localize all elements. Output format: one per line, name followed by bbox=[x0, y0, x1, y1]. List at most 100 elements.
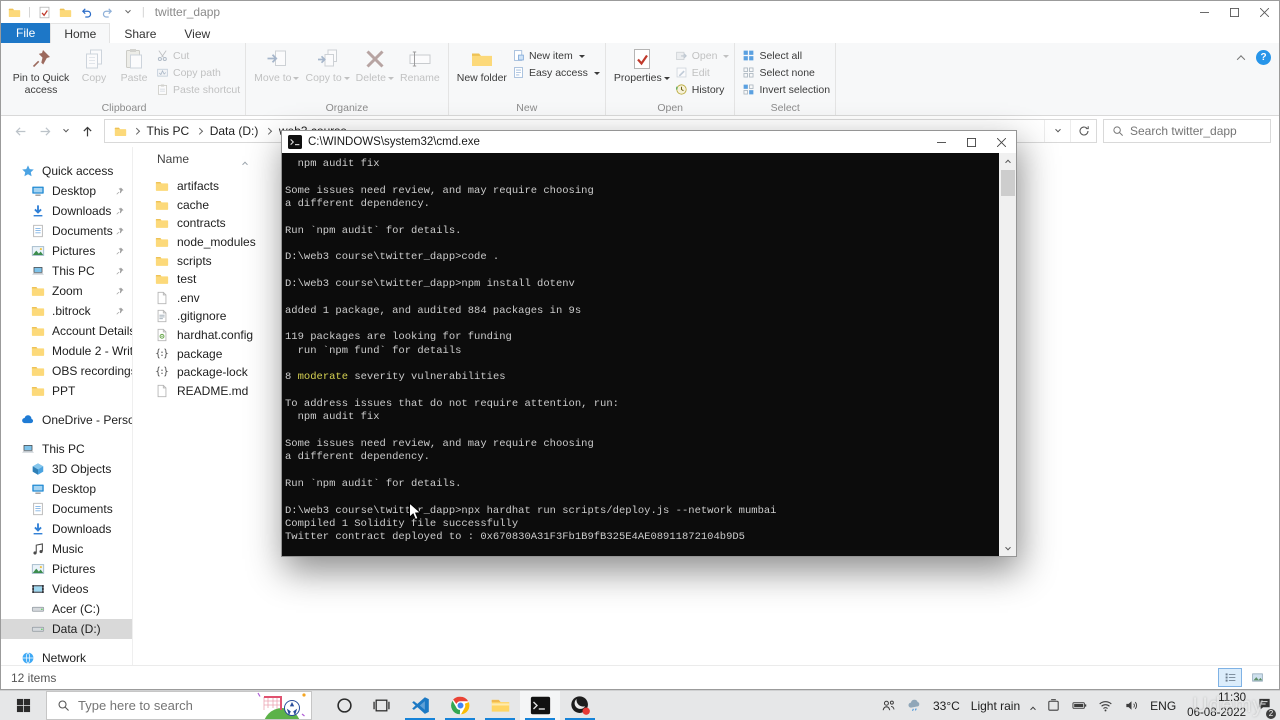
sidebar-item-videos[interactable]: Videos bbox=[1, 579, 132, 599]
breadcrumb-this-pc[interactable]: This PC bbox=[141, 124, 196, 138]
qat-redo-button[interactable] bbox=[100, 5, 115, 20]
invert-selection-button[interactable]: Invert selection bbox=[742, 83, 830, 96]
clock[interactable]: 11:30 06-08-2022 bbox=[1187, 691, 1246, 720]
cmd-minimize-button[interactable] bbox=[926, 131, 956, 153]
sidebar-item-desktop[interactable]: Desktop bbox=[1, 181, 132, 201]
sidebar-item-module-2-writing[interactable]: Module 2 - Writing bbox=[1, 341, 132, 361]
sidebar-item-zoom[interactable]: Zoom bbox=[1, 281, 132, 301]
weather-icon[interactable] bbox=[907, 698, 922, 713]
back-button[interactable] bbox=[9, 120, 31, 142]
scroll-thumb[interactable] bbox=[1000, 170, 1015, 196]
search-input[interactable] bbox=[1130, 124, 1250, 138]
copy-to-button[interactable]: Copy to bbox=[302, 45, 352, 87]
sidebar-item-account-details[interactable]: Account Details bbox=[1, 321, 132, 341]
weather-temp[interactable]: 33°C bbox=[933, 699, 960, 713]
people-icon[interactable] bbox=[881, 698, 896, 713]
easy-access-button[interactable]: Easy access bbox=[512, 66, 600, 79]
sidebar-item-downloads[interactable]: Downloads bbox=[1, 201, 132, 221]
taskbar-app-vscode[interactable] bbox=[400, 691, 440, 720]
sidebar-item-desktop[interactable]: Desktop bbox=[1, 479, 132, 499]
sidebar-item-downloads[interactable]: Downloads bbox=[1, 519, 132, 539]
history-button[interactable]: History bbox=[675, 83, 730, 96]
weather-condition[interactable]: Light rain bbox=[971, 699, 1020, 713]
tab-home[interactable]: Home bbox=[50, 23, 111, 43]
paste-shortcut-button[interactable]: Paste shortcut bbox=[156, 83, 240, 96]
breadcrumb-data-d[interactable]: Data (D:) bbox=[204, 124, 265, 138]
move-to-button[interactable]: Move to bbox=[251, 45, 302, 87]
taskbar-app-cortana[interactable] bbox=[326, 691, 363, 720]
scroll-down-button[interactable] bbox=[999, 541, 1016, 556]
sidebar-item-this-pc[interactable]: This PC bbox=[1, 439, 132, 459]
qat-properties-button[interactable] bbox=[37, 5, 52, 20]
sidebar-item-bitrock[interactable]: .bitrock bbox=[1, 301, 132, 321]
sidebar-item-network[interactable]: Network bbox=[1, 648, 132, 665]
speaker-icon[interactable] bbox=[1124, 698, 1139, 713]
tab-file[interactable]: File bbox=[1, 23, 51, 43]
qat-folder-button[interactable] bbox=[7, 5, 22, 20]
new-item-button[interactable]: New item bbox=[512, 49, 600, 62]
sidebar-item-this-pc[interactable]: This PC bbox=[1, 261, 132, 281]
copy-path-button[interactable]: Copy path bbox=[156, 66, 240, 79]
qat-new-folder-button[interactable] bbox=[58, 5, 73, 20]
select-all-button[interactable]: Select all bbox=[742, 49, 830, 62]
terminal-scrollbar[interactable] bbox=[999, 153, 1016, 556]
close-button[interactable] bbox=[1249, 1, 1279, 23]
wifi-icon[interactable] bbox=[1098, 698, 1113, 713]
taskbar-app-cmd[interactable] bbox=[520, 691, 560, 720]
sidebar-item-documents[interactable]: Documents bbox=[1, 499, 132, 519]
tablet-mode-icon[interactable] bbox=[1046, 698, 1061, 713]
sidebar-item-onedrive-personal[interactable]: OneDrive - Personal bbox=[1, 410, 132, 430]
taskbar-app-file-explorer[interactable] bbox=[480, 691, 520, 720]
address-dropdown-button[interactable] bbox=[1044, 120, 1070, 142]
taskbar-search[interactable] bbox=[46, 691, 312, 720]
up-button[interactable] bbox=[76, 120, 98, 142]
sidebar-item-3d-objects[interactable]: 3D Objects bbox=[1, 459, 132, 479]
qat-undo-button[interactable] bbox=[79, 5, 94, 20]
battery-icon[interactable] bbox=[1072, 698, 1087, 713]
start-button[interactable] bbox=[0, 691, 46, 720]
copy-button[interactable]: Copy bbox=[74, 45, 114, 87]
taskbar-app-chrome[interactable] bbox=[440, 691, 480, 720]
minimize-button[interactable] bbox=[1189, 1, 1219, 23]
sidebar-item-ppt[interactable]: PPT bbox=[1, 381, 132, 401]
delete-button[interactable]: Delete bbox=[353, 45, 397, 87]
taskbar-app-task-view[interactable] bbox=[363, 691, 400, 720]
edit-button[interactable]: Edit bbox=[675, 66, 730, 79]
pin-to-quick-access-button[interactable]: Pin to Quick access bbox=[8, 45, 74, 99]
sidebar-item-acer-c[interactable]: Acer (C:) bbox=[1, 599, 132, 619]
qat-customize-button[interactable] bbox=[121, 5, 136, 20]
properties-button[interactable]: Properties bbox=[611, 45, 673, 87]
search-box[interactable] bbox=[1103, 119, 1271, 143]
taskbar-app-obs[interactable] bbox=[560, 691, 600, 720]
details-view-button[interactable] bbox=[1218, 668, 1242, 687]
refresh-button[interactable] bbox=[1070, 120, 1096, 142]
sidebar-item-music[interactable]: Music bbox=[1, 539, 132, 559]
scroll-up-button[interactable] bbox=[999, 153, 1016, 168]
sidebar-item-pictures[interactable]: Pictures bbox=[1, 241, 132, 261]
collapse-ribbon-button[interactable] bbox=[1236, 48, 1246, 66]
rename-button[interactable]: Rename bbox=[397, 45, 443, 87]
language-indicator[interactable]: ENG bbox=[1150, 699, 1176, 713]
cmd-maximize-button[interactable] bbox=[956, 131, 986, 153]
help-button[interactable]: ? bbox=[1256, 49, 1271, 65]
maximize-button[interactable] bbox=[1219, 1, 1249, 23]
explorer-titlebar[interactable]: | | twitter_dapp bbox=[1, 1, 1279, 23]
open-button[interactable]: Open bbox=[675, 49, 730, 62]
cmd-close-button[interactable] bbox=[986, 131, 1016, 153]
action-center-button[interactable]: 2 bbox=[1257, 696, 1277, 720]
sidebar-item-documents[interactable]: Documents bbox=[1, 221, 132, 241]
paste-button[interactable]: Paste bbox=[114, 45, 154, 87]
cut-button[interactable]: Cut bbox=[156, 49, 240, 62]
sidebar-item-data-d[interactable]: Data (D:) bbox=[1, 619, 132, 639]
new-folder-button[interactable]: New folder bbox=[454, 45, 510, 87]
large-icons-view-button[interactable] bbox=[1245, 668, 1269, 687]
sidebar-item-pictures[interactable]: Pictures bbox=[1, 559, 132, 579]
recent-locations-button[interactable] bbox=[59, 120, 73, 142]
sidebar-item-obs-recordings[interactable]: OBS recordings bbox=[1, 361, 132, 381]
show-hidden-icons-button[interactable] bbox=[1030, 697, 1036, 715]
cmd-titlebar[interactable]: C:\WINDOWS\system32\cmd.exe bbox=[282, 131, 1016, 153]
taskbar-search-input[interactable] bbox=[78, 698, 218, 713]
select-none-button[interactable]: Select none bbox=[742, 66, 830, 79]
sidebar-item-quick-access[interactable]: Quick access bbox=[1, 161, 132, 181]
tab-view[interactable]: View bbox=[170, 23, 224, 43]
